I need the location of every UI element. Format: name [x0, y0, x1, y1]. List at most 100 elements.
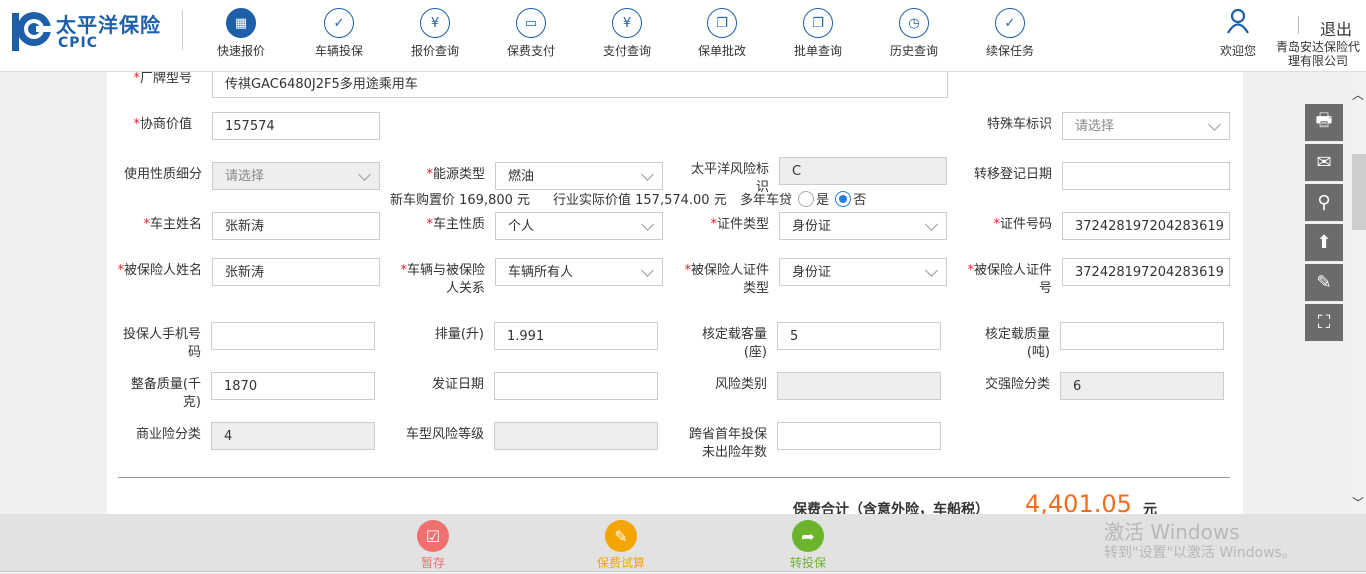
field-label: *车辆与被保险人关系: [397, 262, 485, 298]
action-label: 保费试算: [596, 556, 645, 570]
field-label-text: 特殊车标识: [986, 117, 1052, 132]
loan-no-label[interactable]: 否: [853, 193, 866, 208]
field-label-text: 核定载质量(吨): [984, 327, 1050, 360]
select-field[interactable]: 个人: [495, 212, 663, 240]
input-field: 6: [1060, 372, 1224, 400]
field-label-text: 协商价值: [139, 117, 192, 132]
field-label-text: 排量(升): [434, 327, 484, 342]
search-icon[interactable]: ⚲: [1305, 184, 1343, 221]
mail-upload-icon[interactable]: ✉: [1305, 144, 1343, 181]
scrollbar[interactable]: ︿ ﹀: [1348, 72, 1366, 514]
field-label-text: 整备质量(千克): [130, 377, 201, 410]
watermark-subtitle: 转到"设置"以激活 Windows。: [1104, 545, 1296, 561]
field-label: 核定载质量(吨): [962, 326, 1050, 362]
nav-label: 保单批改: [697, 44, 746, 58]
nav-item[interactable]: ◷ 历史查询: [869, 8, 959, 59]
copy-search-icon: ❐: [803, 8, 833, 38]
printer-icon[interactable]: 🖶: [1305, 104, 1343, 141]
user-menu[interactable]: 欢迎您: [1215, 8, 1261, 59]
chevron-down-icon: [641, 218, 654, 231]
select-field[interactable]: 车辆所有人: [495, 258, 663, 286]
nav-item[interactable]: ▦ 快速报价: [196, 8, 286, 59]
field-label-text: 发证日期: [431, 377, 484, 392]
input-field[interactable]: 372428197204283619: [1062, 212, 1230, 240]
loan-yes-radio[interactable]: [798, 191, 815, 207]
nav-item[interactable]: ✓ 车辆投保: [294, 8, 384, 59]
field-label: *被保险人证件类型: [681, 262, 769, 298]
input-field[interactable]: 1.991: [494, 322, 658, 350]
input-field: 4: [211, 422, 375, 450]
loan-no-radio[interactable]: [835, 191, 852, 207]
input-field[interactable]: 张新涛: [212, 212, 380, 240]
input-field[interactable]: 372428197204283619: [1062, 258, 1230, 286]
field-value: 4: [224, 429, 233, 444]
nav-item[interactable]: ▭ 保费支付: [486, 8, 576, 59]
scan-icon[interactable]: ⛶: [1305, 304, 1343, 341]
nav-item[interactable]: ¥ 支付查询: [582, 8, 672, 59]
action-button[interactable]: ✎ 保费试算: [581, 520, 661, 571]
scroll-down-icon[interactable]: ﹀: [1352, 494, 1364, 511]
company-name: 青岛安达保险代理有限公司: [1275, 40, 1360, 68]
input-field[interactable]: [1060, 322, 1224, 350]
field-label: *证件类型: [681, 216, 769, 234]
input-field: [777, 372, 941, 400]
nav-item[interactable]: ❐ 批单查询: [773, 8, 863, 59]
select-field[interactable]: 身份证: [779, 212, 947, 240]
box-upload-icon[interactable]: ⬆: [1305, 224, 1343, 261]
field-value: 个人: [508, 219, 535, 234]
input-field: [494, 422, 658, 450]
loan-radio-group: 多年车贷 是 否: [740, 189, 866, 208]
field-label: *车主性质: [397, 216, 485, 234]
field-label: *能源类型: [397, 166, 485, 184]
logo-text: 太平洋保险: [56, 13, 161, 37]
input-field[interactable]: 传祺GAC6480J2F5多用途乘用车: [212, 72, 948, 98]
copy-check-icon: ❐: [707, 8, 737, 38]
clock-icon: ◷: [899, 8, 929, 38]
loan-yes-label[interactable]: 是: [816, 193, 829, 208]
action-button[interactable]: ☑ 暂存: [393, 520, 473, 571]
input-field[interactable]: 157574: [212, 112, 380, 140]
field-label: *被保险人证件号: [964, 262, 1052, 298]
action-button[interactable]: ➦ 转投保: [768, 520, 848, 571]
field-value: 张新涛: [225, 265, 265, 280]
field-value: 身份证: [792, 265, 832, 280]
input-field[interactable]: 张新涛: [212, 258, 380, 286]
field-value: 张新涛: [225, 219, 265, 234]
chevron-down-icon: [641, 168, 654, 181]
nav-label: 批单查询: [793, 44, 842, 58]
loan-label: 多年车贷: [740, 193, 793, 208]
field-label: *证件号码: [964, 216, 1052, 234]
logo-text-en: CPIC: [58, 35, 99, 51]
input-field[interactable]: [494, 372, 658, 400]
cpic-logo[interactable]: 太平洋保险 CPIC: [12, 9, 182, 53]
input-field[interactable]: [1062, 162, 1230, 190]
nav-item[interactable]: ✓ 续保任务: [965, 8, 1055, 59]
nav-label: 历史查询: [889, 44, 938, 58]
new-car-price: 新车购置价 169,800 元: [390, 193, 531, 208]
scrollbar-thumb[interactable]: [1352, 154, 1366, 230]
nav-label: 快速报价: [216, 44, 265, 58]
field-label-text: 车辆与被保险人关系: [406, 263, 485, 296]
field-label: 商业险分类: [113, 426, 201, 444]
select-field[interactable]: 燃油: [495, 162, 663, 190]
input-field[interactable]: [777, 422, 941, 450]
field-label-text: 投保人手机号码: [122, 327, 201, 360]
nav-item[interactable]: ❐ 保单批改: [677, 8, 767, 59]
scroll-up-icon[interactable]: ︿: [1352, 86, 1364, 103]
field-value: 372428197204283619: [1075, 219, 1224, 234]
select-field[interactable]: 请选择: [1062, 112, 1230, 140]
edit-icon[interactable]: ✎: [1305, 264, 1343, 301]
select-field[interactable]: 身份证: [779, 258, 947, 286]
header: 太平洋保险 CPIC ▦ 快速报价 ✓ 车辆投保 ¥ 报价查询 ▭ 保费支付 ¥ 支付查询 ❐ 保单批…: [0, 0, 1366, 72]
total-unit: 元: [1143, 502, 1157, 514]
nav-item[interactable]: ¥ 报价查询: [390, 8, 480, 59]
chevron-down-icon: [1208, 118, 1221, 131]
logout-button[interactable]: 退出: [1320, 16, 1352, 40]
calculator-icon: ▦: [226, 8, 256, 38]
nav-label: 支付查询: [602, 44, 651, 58]
input-field[interactable]: 5: [777, 322, 941, 350]
input-field[interactable]: 1870: [211, 372, 375, 400]
field-label-text: 厂牌型号: [139, 72, 192, 86]
input-field[interactable]: [211, 322, 375, 350]
calendar-check-icon: ✓: [995, 8, 1025, 38]
